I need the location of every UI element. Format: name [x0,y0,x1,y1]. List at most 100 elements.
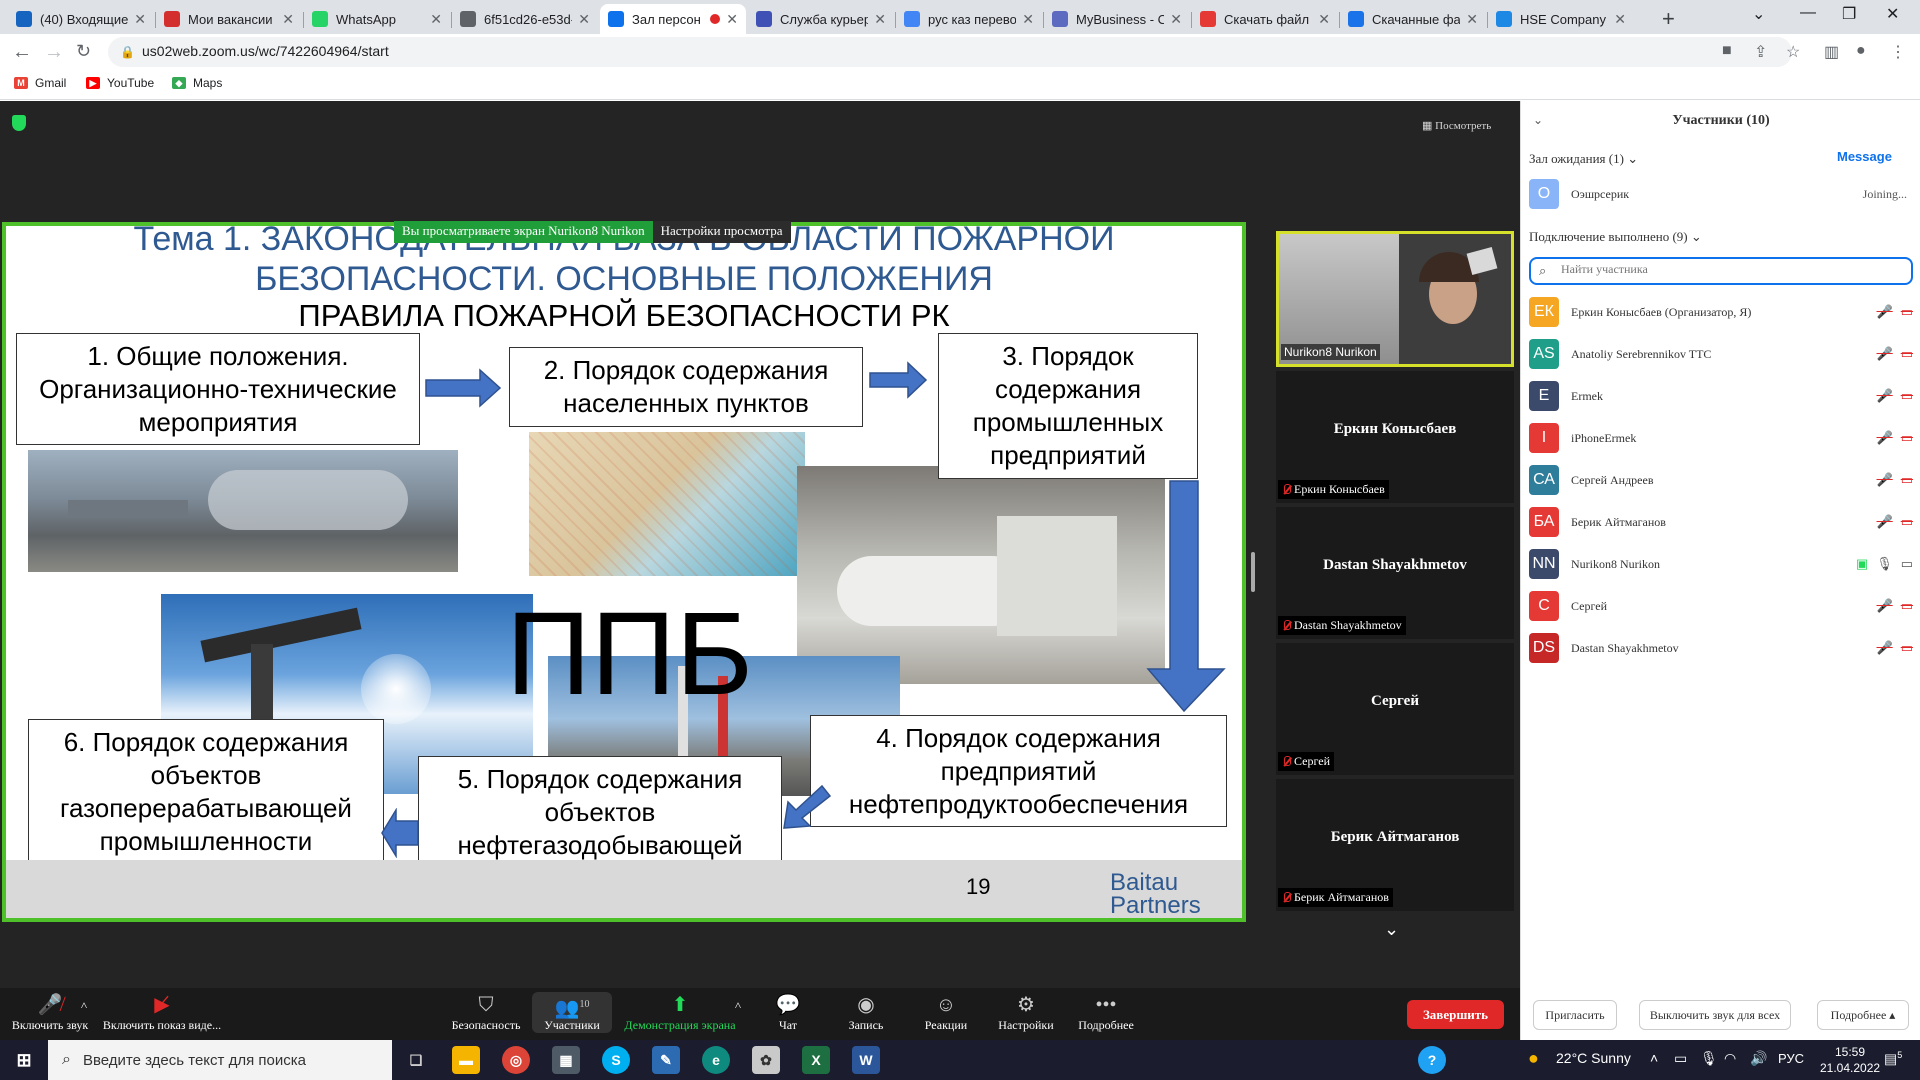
mic-tray-icon[interactable]: 🎙 [1700,1050,1718,1067]
encryption-shield-icon[interactable] [12,115,26,131]
language-indicator[interactable]: РУС [1778,1051,1804,1066]
bookmark-youtube[interactable]: ▶ YouTube [86,76,154,90]
video-off-icon[interactable]: ▭ [1901,472,1913,488]
muted-mic-icon[interactable]: 🎤 [1877,388,1893,404]
share-status-icon[interactable]: ▣ [1856,556,1868,572]
back-icon[interactable]: ← [12,41,32,64]
paint-icon[interactable]: ✿ [752,1046,780,1074]
share-page-icon[interactable]: ⇪ [1754,42,1767,62]
video-icon[interactable]: ▭ [1901,556,1913,572]
waiting-participant-row[interactable]: О Оэшрсерик Joining... [1529,173,1913,215]
mute-all-button[interactable]: Выключить звук для всех [1639,1000,1791,1030]
reload-icon[interactable]: ↻ [76,41,91,62]
settings-button[interactable]: ⚙ Настройки [986,992,1066,1033]
windows-start-icon[interactable]: ⊞ [10,1046,38,1074]
host-video-tile[interactable]: Nurikon8 Nurikon [1276,231,1514,367]
task-view-icon[interactable]: ❏ [402,1046,430,1074]
close-tab-icon[interactable]: ✕ [726,11,738,28]
muted-mic-icon[interactable]: 🎤 [1877,640,1893,656]
participant-row[interactable]: ЕК Еркин Конысбаев (Организатор, Я) 🎤 ▭ [1529,291,1913,333]
close-tab-icon[interactable]: ✕ [874,11,886,28]
video-tile-2[interactable]: Dastan Shayakhmetov Dastan Shayakhmetov [1276,507,1514,639]
file-explorer-icon[interactable]: ▬ [452,1046,480,1074]
tab-search-icon[interactable]: ⌄ [1752,4,1765,24]
close-tab-icon[interactable]: ✕ [578,11,590,28]
chevron-down-icon[interactable]: ⌄ [1384,919,1399,940]
video-off-icon[interactable]: ▭ [1901,346,1913,362]
muted-mic-icon[interactable]: 🎤 [1877,430,1893,446]
notifications-icon[interactable]: ▤5 [1884,1050,1902,1068]
browser-tab[interactable]: 6f51cd26-e53d- ✕ [452,4,598,34]
browser-tab[interactable]: Зал персон ✕ [600,4,746,34]
close-tab-icon[interactable]: ✕ [430,11,442,28]
maximize-icon[interactable]: ❐ [1842,4,1856,24]
url-text[interactable]: us02web.zoom.us/wc/7422604964/start [142,43,389,59]
message-button[interactable]: Message [1837,149,1892,164]
close-window-icon[interactable]: ✕ [1886,4,1899,24]
browser-tab[interactable]: Служба курьер ✕ [748,4,894,34]
audio-options-caret[interactable]: ˄ [74,998,94,1013]
close-tab-icon[interactable]: ✕ [1318,11,1330,28]
view-button[interactable]: ▦ Посмотреть [1422,119,1491,132]
forward-icon[interactable]: → [44,41,64,64]
app-icon[interactable]: ✎ [652,1046,680,1074]
wifi-icon[interactable]: ◠ [1724,1050,1736,1067]
share-screen-button[interactable]: ⬆ Демонстрация экрана [620,992,740,1033]
video-off-icon[interactable]: ▭ [1901,388,1913,404]
waiting-room-section[interactable]: Зал ожидания (1) ⌄ [1529,151,1638,167]
browser-tab[interactable]: (40) Входящие - ✕ [8,4,154,34]
participants-button[interactable]: 👥10 Участники [532,992,612,1033]
participant-row[interactable]: IiPhoneErmek 🎤 ▭ [1529,417,1913,459]
panel-more-button[interactable]: Подробнее ▴ [1817,1000,1909,1030]
video-off-icon[interactable]: ▭ [1901,304,1913,320]
browser-tab[interactable]: Мои вакансии ✕ [156,4,302,34]
profile-avatar-icon[interactable]: ● [1856,42,1866,60]
chat-button[interactable]: 💬 Чат [748,992,828,1033]
participant-row[interactable]: С Сергей 🎤 ▭ [1529,585,1913,627]
participant-row[interactable]: СА Сергей Андреев 🎤 ▭ [1529,459,1913,501]
close-tab-icon[interactable]: ✕ [1022,11,1034,28]
close-tab-icon[interactable]: ✕ [1170,11,1182,28]
address-bar[interactable]: 🔒 us02web.zoom.us/wc/7422604964/start [108,37,1792,67]
bookmark-star-icon[interactable]: ☆ [1786,42,1800,62]
record-button[interactable]: ◉ Запись [826,992,906,1033]
tray-chevron-icon[interactable]: ˄ [1650,1050,1658,1066]
share-options-caret[interactable]: ˄ [728,998,748,1013]
participant-search[interactable]: ⌕ [1529,257,1913,285]
start-video-button[interactable]: ▶̸ Включить показ виде... [100,992,224,1033]
connected-section[interactable]: Подключение выполнено (9) ⌄ [1529,229,1702,245]
participant-row[interactable]: AS Anatoliy Serebrennikov TTC 🎤 ▭ [1529,333,1913,375]
edge-icon[interactable]: e [702,1046,730,1074]
muted-mic-icon[interactable]: 🎤 [1877,346,1893,362]
sidepanel-icon[interactable]: ▥ [1824,42,1839,62]
muted-mic-icon[interactable]: 🎤 [1877,304,1893,320]
browser-tab[interactable]: MyBusiness - С ✕ [1044,4,1190,34]
mic-icon[interactable]: 🎙 [1876,556,1893,572]
video-off-icon[interactable]: ▭ [1901,598,1913,614]
browser-tab[interactable]: Скачанные фай ✕ [1340,4,1486,34]
participant-row[interactable]: E Ermek 🎤 ▭ [1529,375,1913,417]
new-tab-icon[interactable]: + [1662,6,1675,32]
help-icon[interactable]: ? [1418,1046,1446,1074]
close-tab-icon[interactable]: ✕ [1466,11,1478,28]
close-tab-icon[interactable]: ✕ [1614,11,1626,28]
taskbar-search[interactable]: ⌕ Введите здесь текст для поиска [48,1040,392,1080]
weather-text[interactable]: 22°C Sunny [1556,1050,1631,1066]
video-tile-3[interactable]: Сергей Сергей [1276,643,1514,775]
chrome-icon[interactable]: ◎ [502,1046,530,1074]
video-tile-1[interactable]: Еркин Конысбаев Еркин Конысбаев [1276,371,1514,503]
browser-tab[interactable]: рус каз перево ✕ [896,4,1042,34]
bookmark-gmail[interactable]: M Gmail [14,76,66,90]
reactions-button[interactable]: ☺ Реакции [906,992,986,1033]
network-icon[interactable]: ▭ [1674,1050,1687,1067]
clock[interactable]: 15:59 21.04.2022 [1820,1044,1880,1076]
muted-mic-icon[interactable]: 🎤 [1877,598,1893,614]
skype-icon[interactable]: S [602,1046,630,1074]
close-tab-icon[interactable]: ✕ [282,11,294,28]
participant-row[interactable]: DS Dastan Shayakhmetov 🎤 ▭ [1529,627,1913,669]
close-tab-icon[interactable]: ✕ [134,11,146,28]
word-icon[interactable]: W [852,1046,880,1074]
splitter-handle[interactable] [1251,552,1255,592]
more-button[interactable]: ••• Подробнее [1066,992,1146,1033]
invite-button[interactable]: Пригласить [1533,1000,1617,1030]
